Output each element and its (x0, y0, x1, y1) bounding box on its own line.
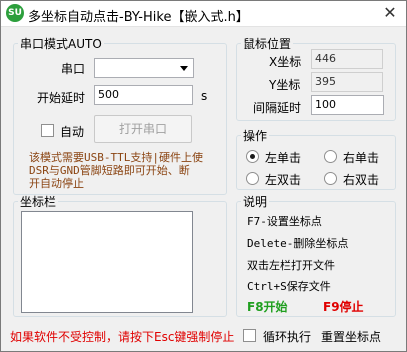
help-f9-stop: F9停止 (323, 300, 364, 314)
help-line-set-point: F7-设置坐标点 (247, 215, 322, 228)
mouse-position-legend: 鼠标位置 (243, 37, 292, 51)
y-coord-label: Y坐标 (269, 78, 301, 92)
x-coord-value: 446 (311, 49, 383, 69)
right-double-radio[interactable] (324, 172, 337, 185)
auto-checkbox[interactable] (41, 124, 54, 137)
window-title: 多坐标自动点击-BY-Hike【嵌入式.h】 (28, 10, 249, 25)
open-port-button[interactable]: 打开串口 (94, 115, 192, 143)
start-delay-label: 开始延时 (37, 91, 86, 105)
left-double-radio[interactable] (246, 172, 259, 185)
operation-legend: 操作 (243, 129, 268, 143)
help-line-delete-point: Delete-删除坐标点 (247, 237, 349, 250)
port-label: 串口 (61, 62, 86, 76)
help-line-open-file: 双击左栏打开文件 (247, 259, 335, 272)
right-single-label: 右单击 (343, 151, 380, 165)
x-coord-label: X坐标 (269, 55, 302, 69)
loop-checkbox[interactable] (243, 329, 256, 342)
help-line-save-file: Ctrl+S保存文件 (247, 280, 331, 293)
serial-note-line1: 该模式需要USB-TTL支持|硬件上使 (29, 151, 203, 164)
app-icon: SU (6, 4, 24, 22)
interval-label: 间隔延时 (253, 101, 302, 115)
esc-warning: 如果软件不受控制，请按下Esc键强制停止 (10, 330, 235, 344)
loop-label: 循环执行 (263, 330, 312, 344)
left-single-label: 左单击 (265, 151, 302, 165)
close-button[interactable]: ✕ (379, 3, 401, 23)
serial-note-line3: 开自动停止 (29, 177, 84, 190)
auto-label: 自动 (60, 125, 85, 139)
interval-input[interactable]: 100 (311, 95, 384, 115)
start-delay-unit: s (201, 89, 208, 103)
app-window: SU 多坐标自动点击-BY-Hike【嵌入式.h】 ✕ 串口模式AUTO 串口 … (0, 0, 407, 352)
chevron-down-icon (180, 66, 188, 71)
help-legend: 说明 (243, 195, 268, 209)
port-select[interactable] (94, 58, 194, 78)
right-double-label: 右双击 (343, 173, 380, 187)
serial-mode-legend: 串口模式AUTO (20, 37, 102, 51)
title-bar[interactable]: SU 多坐标自动点击-BY-Hike【嵌入式.h】 ✕ (1, 1, 406, 27)
left-single-radio[interactable] (246, 150, 259, 163)
reset-points-button[interactable]: 重置坐标点 (321, 328, 381, 345)
y-coord-value: 395 (311, 72, 383, 92)
serial-note-line2: DSR与GND管脚短路即可开始、断 (29, 164, 190, 177)
left-double-label: 左双击 (265, 173, 302, 187)
coords-listbox[interactable] (21, 211, 193, 313)
coords-legend: 坐标栏 (20, 195, 57, 209)
help-f8-start: F8开始 (247, 300, 288, 314)
start-delay-input[interactable]: 500 (94, 85, 193, 105)
right-single-radio[interactable] (324, 150, 337, 163)
